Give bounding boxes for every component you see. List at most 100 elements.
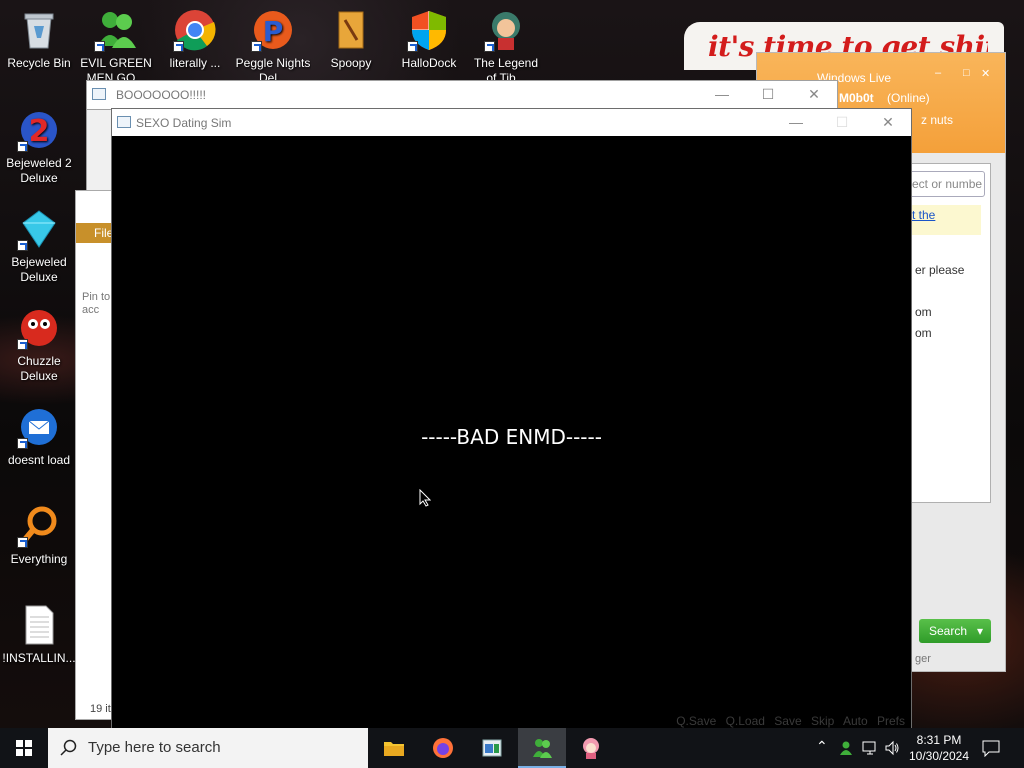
taskbar-clock[interactable]: 8:31 PM 10/30/2024 <box>904 732 974 764</box>
everything-icon <box>17 504 61 548</box>
spoopy-icon <box>329 8 373 52</box>
thunderbird-icon <box>17 405 61 449</box>
maximize-icon[interactable]: □ <box>963 67 970 79</box>
anime-character-icon <box>583 738 599 759</box>
close-button[interactable]: ✕ <box>865 109 911 137</box>
bejeweled-icon <box>17 207 61 251</box>
desktop-icon-evil-green-men[interactable]: EVIL GREEN MEN GO... <box>78 8 154 86</box>
desktop-icon-hallodock[interactable]: HalloDock <box>391 8 467 71</box>
svg-text:P: P <box>263 15 284 48</box>
app-window-icon <box>482 739 502 757</box>
taskbar-messenger[interactable] <box>518 728 566 768</box>
shortcut-arrow-icon <box>17 141 28 152</box>
app-window-icon <box>117 116 131 128</box>
taskbar-firefox[interactable] <box>419 728 467 768</box>
close-button[interactable]: ✕ <box>791 81 837 109</box>
messenger-footer: ger <box>915 653 931 665</box>
minimize-icon[interactable]: – <box>935 67 941 79</box>
messenger-status[interactable]: (Online) <box>887 91 930 105</box>
bejeweled2-icon: 2 <box>17 108 61 152</box>
windows-logo-icon <box>16 740 32 756</box>
search-button-label: Search <box>929 624 968 638</box>
network-icon[interactable] <box>862 740 878 756</box>
messenger-search-input[interactable]: ect or numbe <box>907 171 985 197</box>
quick-menu[interactable]: Q.Save Q.Load Save Skip Auto Prefs <box>676 714 905 728</box>
shortcut-arrow-icon <box>17 339 28 350</box>
game-window-title: SEXO Dating Sim <box>136 116 232 130</box>
taskbar: Type here to search ⌃ 8:31 PM 10/30/2024 <box>0 728 1024 768</box>
desktop-icon-chuzzle[interactable]: Chuzzle Deluxe <box>1 306 77 384</box>
messenger-tray-icon[interactable] <box>838 740 854 756</box>
messenger-line-1: er please <box>915 263 965 277</box>
shortcut-arrow-icon <box>17 438 28 449</box>
game-titlebar[interactable]: SEXO Dating Sim — ☐ ✕ <box>112 109 911 136</box>
shortcut-arrow-icon <box>17 537 28 548</box>
legend-icon <box>484 8 528 52</box>
shortcut-arrow-icon <box>173 41 184 52</box>
notification-icon[interactable] <box>982 739 1000 757</box>
chevron-down-icon[interactable]: ▾ <box>977 624 983 638</box>
chevron-up-icon[interactable]: ⌃ <box>816 738 828 755</box>
minimize-button[interactable]: — <box>699 81 745 109</box>
start-button[interactable] <box>0 728 48 768</box>
shortcut-arrow-icon <box>484 41 495 52</box>
maximize-button[interactable]: ☐ <box>745 81 791 109</box>
close-icon[interactable]: ✕ <box>981 67 990 80</box>
file-explorer-window[interactable]: File Pin to acc 19 it <box>75 190 116 720</box>
messenger-icon <box>533 739 552 758</box>
boo-window-title: BOOOOOOO!!!!! <box>116 88 207 102</box>
mouse-cursor-icon <box>419 489 431 507</box>
clock-time: 8:31 PM <box>916 733 962 747</box>
pin-to-quick-access[interactable]: Pin to acc <box>82 291 114 317</box>
boo-window-body <box>86 110 114 190</box>
text-file-icon <box>17 603 61 647</box>
taskbar-file-explorer[interactable] <box>370 728 418 768</box>
search-placeholder: Type here to search <box>88 739 221 756</box>
desktop-icon-bejeweled[interactable]: Bejeweled Deluxe <box>1 207 77 285</box>
maximize-button[interactable]: ☐ <box>819 109 865 137</box>
system-tray: ⌃ <box>812 728 904 768</box>
svg-text:2: 2 <box>29 114 50 149</box>
messenger-icon <box>94 8 138 52</box>
messenger-line-2: om <box>915 305 932 319</box>
messenger-search-button[interactable]: Search ▾ <box>919 619 991 643</box>
clock-date: 10/30/2024 <box>908 749 970 763</box>
shortcut-arrow-icon <box>407 41 418 52</box>
taskbar-game[interactable] <box>567 728 615 768</box>
item-count: 19 it <box>90 703 111 715</box>
messenger-notice-link[interactable]: t the <box>912 208 935 222</box>
shortcut-arrow-icon <box>17 240 28 251</box>
peggle-icon: P <box>251 8 295 52</box>
search-icon <box>60 739 77 756</box>
taskbar-search-input[interactable]: Type here to search <box>48 728 368 768</box>
file-menu[interactable]: File <box>76 223 116 243</box>
chrome-icon <box>173 8 217 52</box>
desktop-icon-bejeweled-2[interactable]: 2 Bejeweled 2 Deluxe <box>1 108 77 186</box>
desktop-icon-legend[interactable]: The Legend of Tib... <box>468 8 544 86</box>
boo-window[interactable]: BOOOOOOO!!!!! — ☐ ✕ <box>86 80 838 110</box>
game-canvas[interactable]: -----BAD ENMD----- Q.Save Q.Load Save Sk… <box>112 136 911 728</box>
firefox-icon <box>433 738 453 758</box>
folder-icon <box>384 742 404 756</box>
game-window[interactable]: SEXO Dating Sim — ☐ ✕ -----BAD ENMD-----… <box>111 108 912 728</box>
app-window-icon <box>92 88 106 100</box>
messenger-personal-message[interactable]: z nuts <box>921 113 953 127</box>
desktop-icon-recycle-bin[interactable]: Recycle Bin <box>1 8 77 71</box>
taskbar-app-window[interactable] <box>468 728 516 768</box>
shortcut-arrow-icon <box>94 41 105 52</box>
desktop-icon-thunderbird[interactable]: doesnt load <box>1 405 77 468</box>
volume-icon[interactable] <box>884 740 900 756</box>
desktop-icon-chrome[interactable]: literally ... <box>157 8 233 71</box>
minimize-button[interactable]: — <box>773 109 819 137</box>
hallodock-icon <box>407 8 451 52</box>
desktop-icon-installing-file[interactable]: !INSTALLIN... <box>1 603 77 666</box>
messenger-line-3: om <box>915 326 932 340</box>
shortcut-arrow-icon <box>251 41 262 52</box>
recycle-bin-icon <box>17 8 61 52</box>
desktop-icon-spoopy[interactable]: Spoopy <box>313 8 389 71</box>
desktop-icon-peggle[interactable]: P Peggle Nights Del... <box>235 8 311 86</box>
ending-text: -----BAD ENMD----- <box>421 425 602 449</box>
chuzzle-icon <box>17 306 61 350</box>
desktop-icon-everything[interactable]: Everything <box>1 504 77 567</box>
messenger-username[interactable]: M0b0t <box>839 91 874 105</box>
